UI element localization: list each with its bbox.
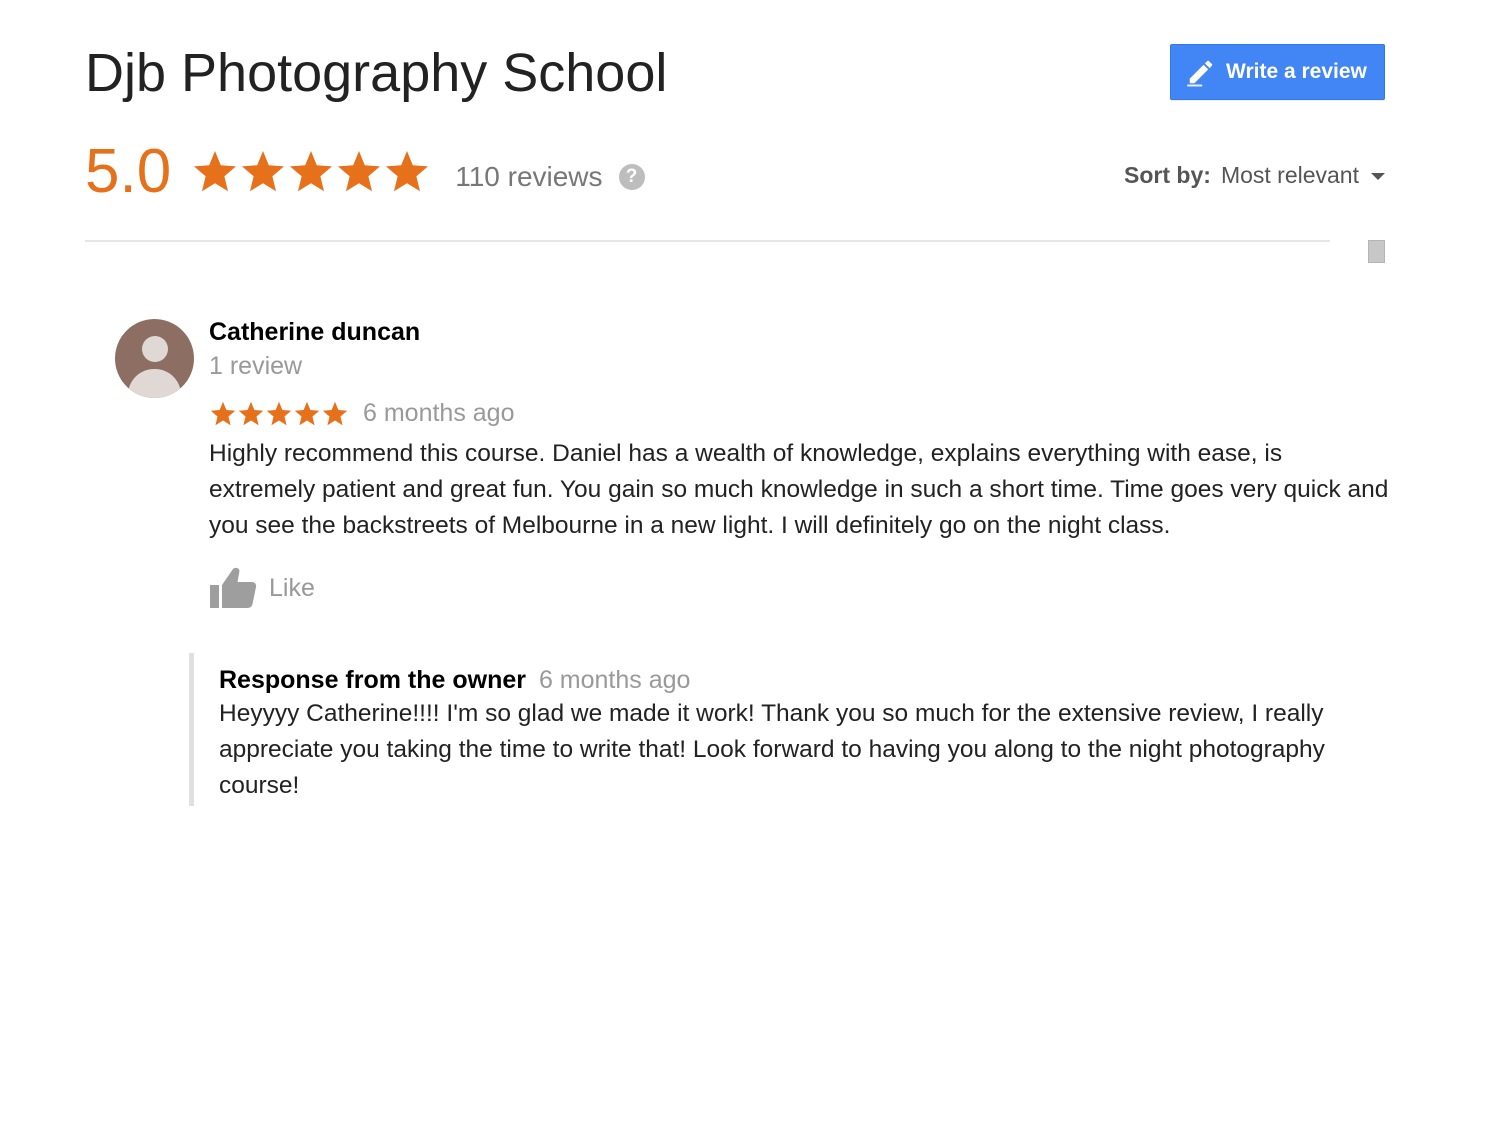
owner-response: Response from the owner 6 months ago Hey… [189, 653, 1404, 806]
dropdown-caret-icon[interactable] [1371, 173, 1385, 180]
owner-response-header: Response from the owner 6 months ago [219, 664, 1404, 696]
help-icon[interactable]: ? [618, 164, 645, 190]
like-button[interactable]: Like [209, 566, 315, 610]
write-review-label: Write a review [1226, 60, 1367, 83]
thumbs-up-icon [210, 567, 257, 608]
owner-response-text: Heyyyy Catherine!!!! I'm so glad we made… [219, 700, 1325, 799]
star-icon [210, 401, 236, 425]
star-icon [266, 401, 292, 425]
sort-dropdown-value[interactable]: Most relevant [1221, 162, 1359, 189]
owner-response-label: Response from the owner [219, 666, 526, 694]
star-icon [294, 401, 320, 425]
review-text: Highly recommend this course. Daniel has… [209, 440, 1389, 539]
review-rating-row: 6 months ago [209, 399, 515, 428]
review-stars [209, 400, 349, 428]
sort-label: Sort by: [1124, 162, 1211, 188]
star-icon [290, 151, 333, 192]
owner-response-time: 6 months ago [538, 666, 691, 694]
average-stars [191, 148, 431, 196]
star-icon [322, 401, 348, 425]
reviewer-review-count: 1 review [209, 352, 303, 380]
avatar-body-shape [128, 369, 181, 398]
star-icon [242, 151, 285, 192]
sort-control[interactable]: Sort by: Most relevant [1124, 162, 1385, 189]
review-time: 6 months ago [363, 399, 515, 427]
reviewer-name[interactable]: Catherine duncan [209, 318, 420, 347]
star-icon [238, 401, 264, 425]
write-review-button[interactable]: Write a review [1170, 44, 1385, 100]
avatar-head-shape [142, 336, 168, 362]
scrollbar-thumb[interactable] [1368, 240, 1385, 263]
star-icon [386, 151, 429, 192]
header-divider [85, 240, 1330, 242]
review-count-link[interactable]: 110 reviews [455, 161, 602, 193]
rating-summary: 5.0 110 reviews ? [85, 132, 645, 212]
page-title: Djb Photography School [85, 43, 668, 103]
average-score: 5.0 [85, 137, 172, 206]
like-label: Like [269, 573, 315, 602]
reviewer-avatar[interactable] [115, 319, 194, 398]
star-icon [194, 151, 237, 192]
pencil-icon [1187, 60, 1213, 87]
star-icon [338, 151, 381, 192]
